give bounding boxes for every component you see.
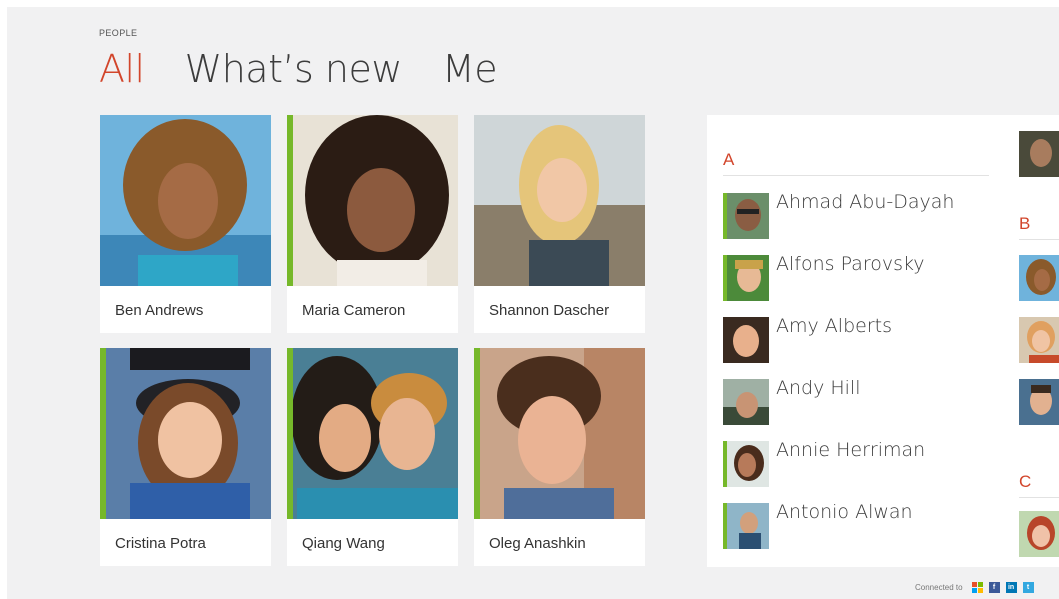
tile-name: Cristina Potra [115,535,206,552]
tab-me[interactable]: Me [442,47,498,91]
avatar [723,193,769,239]
contact-avatar-partial[interactable] [1019,379,1059,425]
contact-name: Ahmad Abu-Dayah [776,191,955,213]
avatar [723,379,769,425]
group-header-b[interactable]: B [1019,214,1030,234]
tile-name: Maria Cameron [302,302,406,319]
contact-photo [100,348,271,519]
contact-name: Annie Herriman [776,439,926,461]
connected-label: Connected to [915,583,963,592]
avatar [723,503,769,549]
favorite-tile-qiang-wang[interactable]: Qiang Wang [287,348,458,566]
contact-photo [474,115,645,286]
contact-avatar-partial[interactable] [1019,511,1059,557]
favorite-tile-shannon-dascher[interactable]: Shannon Dascher [474,115,645,333]
group-header-c[interactable]: C [1019,472,1031,492]
contact-name: Amy Alberts [776,315,892,337]
contact-photo [474,348,645,519]
linkedin-icon[interactable]: in [1005,582,1017,593]
tile-name: Ben Andrews [115,302,204,319]
contact-name: Antonio Alwan [776,501,913,523]
favorite-tile-cristina-potra[interactable]: Cristina Potra [100,348,271,566]
avatar [723,441,769,487]
contact-avatar-partial[interactable] [1019,317,1059,363]
new-update-accent [474,348,480,519]
section-label: PEOPLE [99,28,138,38]
tile-name: Qiang Wang [302,535,385,552]
favorite-tile-maria-cameron[interactable]: Maria Cameron [287,115,458,333]
windows-live-icon[interactable] [971,582,983,593]
twitter-icon[interactable]: t [1022,582,1034,593]
tab-whats-new[interactable]: What’s new [185,47,403,91]
connected-services: Connected to f in t [915,582,1034,593]
new-update-accent [287,348,293,519]
contact-photo [287,115,458,286]
tab-all[interactable]: All [99,47,145,91]
contact-photo [100,115,271,286]
contact-avatar-partial[interactable] [1019,255,1059,301]
favorite-tile-ben-andrews[interactable]: Ben Andrews [100,115,271,333]
contact-list[interactable]: A Ahmad Abu-Dayah Alfons Parovsky Amy Al… [707,115,1059,567]
favorite-tile-oleg-anashkin[interactable]: Oleg Anashkin [474,348,645,566]
tile-name: Oleg Anashkin [489,535,586,552]
people-app: PEOPLE All What’s new Me Ben Andrews Mar… [7,7,1059,599]
group-divider [723,175,989,176]
contact-photo [287,348,458,519]
group-divider [1019,497,1059,498]
contact-avatar-partial[interactable] [1019,131,1059,177]
avatar [723,317,769,363]
contact-name: Alfons Parovsky [776,253,925,275]
group-header-a[interactable]: A [723,150,734,170]
facebook-icon[interactable]: f [988,582,1000,593]
avatar [723,255,769,301]
new-update-accent [100,348,106,519]
new-update-accent [287,115,293,286]
tile-name: Shannon Dascher [489,302,610,319]
group-divider [1019,239,1059,240]
pivot-tabs: All What’s new Me [99,47,498,91]
contact-name: Andy Hill [776,377,861,399]
